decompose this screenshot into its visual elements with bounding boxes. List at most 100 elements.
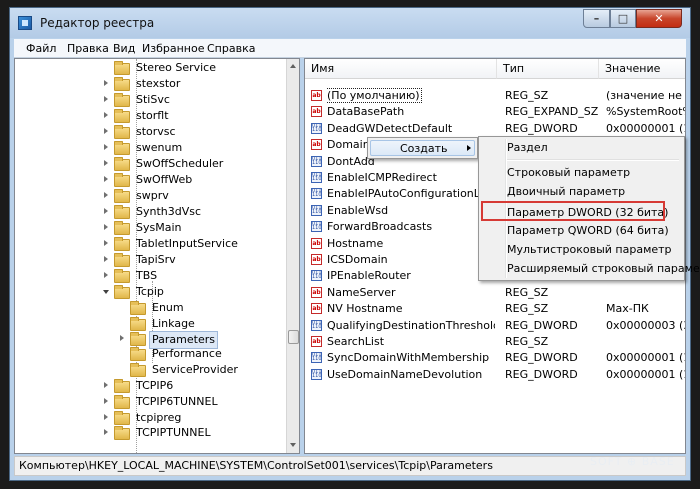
scroll-up-icon[interactable] [290, 64, 296, 68]
expand-arrow-icon[interactable] [104, 96, 108, 102]
title-bar[interactable]: Редактор реестра – □ ✕ [10, 8, 690, 38]
value-type: REG_DWORD [505, 351, 578, 365]
folder-icon [114, 253, 130, 267]
expand-arrow-icon[interactable] [104, 144, 108, 150]
tree-item-label: stexstor [136, 77, 181, 90]
expand-arrow-icon[interactable] [104, 80, 108, 86]
folder-icon [114, 205, 130, 219]
registry-tree-pane[interactable]: Stereo Service stexstor StiSvc storflt storv… [14, 58, 300, 454]
submenu-arrow-icon [467, 145, 471, 151]
scrollbar-thumb[interactable] [288, 330, 299, 344]
tree-item-label: StiSvc [136, 93, 170, 106]
value-data: %SystemRoot% [606, 105, 686, 119]
table-row[interactable]: ab (По умолчанию) REG_SZ (значение не п [305, 88, 685, 104]
expand-arrow-icon[interactable] [104, 176, 108, 182]
tree-item-label: swprv [136, 189, 169, 202]
string-value-icon: ab [311, 139, 322, 151]
folder-icon [114, 237, 130, 251]
expand-arrow-icon[interactable] [104, 192, 108, 198]
expand-arrow-icon[interactable] [104, 398, 108, 404]
table-row[interactable]: 011 110 UseDomainNameDevolution REG_DWORD 0x… [305, 367, 685, 383]
table-row[interactable]: ab SearchList REG_SZ [305, 334, 685, 350]
menu-edit[interactable]: Правка [67, 42, 109, 55]
value-type: REG_EXPAND_SZ [505, 105, 599, 119]
tree-item-label: SwOffScheduler [136, 157, 224, 170]
menu-favorites[interactable]: Избранное [142, 42, 204, 55]
expand-arrow-icon[interactable] [104, 128, 108, 134]
value-name: DataBasePath [327, 105, 405, 119]
tree-vertical-scrollbar[interactable] [286, 59, 299, 453]
binary-value-icon: 011 110 [311, 172, 322, 183]
expand-arrow-icon[interactable] [104, 240, 108, 246]
folder-icon [114, 189, 130, 203]
value-name: QualifyingDestinationThreshold [327, 318, 495, 332]
expand-arrow-icon[interactable] [104, 160, 108, 166]
table-row[interactable]: 011 110 QualifyingDestinationThreshold REG_… [305, 318, 685, 334]
value-name: SearchList [327, 335, 385, 348]
folder-icon [114, 93, 130, 107]
tree-item-label: Tcpip [136, 285, 164, 298]
folder-icon [114, 426, 130, 440]
tree-item-label: SysMain [136, 221, 182, 234]
value-data: (значение не п [606, 89, 686, 102]
string-value-icon: ab [311, 254, 322, 265]
string-value-icon: ab [311, 90, 322, 101]
tree-item-label: TCPIP6TUNNEL [136, 395, 218, 408]
menu-item-create[interactable]: Создать [370, 140, 475, 156]
expand-arrow-icon[interactable] [104, 272, 108, 278]
value-type: REG_DWORD [505, 318, 578, 332]
table-row[interactable]: 011 110 SyncDomainWithMembership REG_DWORD 0… [305, 350, 685, 366]
value-name: NameServer [327, 285, 396, 299]
maximize-button[interactable]: □ [610, 9, 636, 28]
close-button[interactable]: ✕ [636, 9, 682, 28]
submenu-item-binary-value[interactable]: Двоичный параметр [507, 185, 625, 198]
submenu-item-qword-value[interactable]: Параметр QWORD (64 бита) [507, 224, 669, 237]
expand-arrow-icon[interactable] [104, 429, 108, 435]
column-header-type[interactable]: Тип [497, 59, 599, 79]
value-data: 0x00000001 (1) [606, 351, 686, 365]
context-menu: Создать [367, 137, 478, 159]
minimize-button[interactable]: – [583, 9, 610, 28]
table-row[interactable]: 011 110 DeadGWDetectDefault REG_DWORD 0x0000… [305, 121, 685, 137]
submenu-item-key[interactable]: Раздел [507, 141, 548, 154]
menu-view[interactable]: Вид [113, 42, 135, 55]
expand-arrow-icon[interactable] [104, 414, 108, 420]
tree-item-label: storflt [136, 109, 169, 122]
value-name: DeadGWDetectDefault [327, 121, 453, 135]
submenu-item-multistring-value[interactable]: Мультистроковый параметр [507, 243, 672, 256]
table-row[interactable]: ab NameServer REG_SZ [305, 285, 685, 301]
column-header-value[interactable]: Значение [599, 59, 685, 79]
column-header-name[interactable]: Имя [305, 59, 497, 79]
value-name: EnableICMPRedirect [327, 171, 437, 184]
collapse-arrow-icon[interactable] [103, 290, 109, 294]
binary-value-icon: 011 110 [311, 204, 322, 216]
folder-icon [114, 109, 130, 123]
binary-value-icon: 011 110 [311, 270, 322, 282]
tree-item-label: storvsc [136, 125, 176, 138]
maximize-icon: □ [617, 12, 629, 25]
table-row[interactable]: ab DataBasePath REG_EXPAND_SZ %SystemRoot% [305, 104, 685, 120]
folder-icon [114, 269, 130, 283]
value-data: 0x00000001 (1) [606, 121, 686, 135]
menu-help[interactable]: Справка [207, 42, 255, 55]
binary-value-icon: 011 110 [311, 155, 322, 167]
submenu-item-expandable-string-value[interactable]: Расширяемый строковый параметр [507, 262, 700, 275]
folder-icon [114, 411, 130, 425]
folder-icon [130, 301, 146, 315]
expand-arrow-icon[interactable] [104, 208, 108, 214]
expand-arrow-icon[interactable] [104, 112, 108, 118]
value-data: Max-ПК [606, 302, 649, 316]
value-name: IPEnableRouter [327, 269, 411, 283]
submenu-item-string-value[interactable]: Строковый параметр [507, 166, 630, 179]
expand-arrow-icon[interactable] [104, 256, 108, 262]
scroll-down-icon[interactable] [290, 443, 296, 447]
expand-arrow-icon[interactable] [104, 382, 108, 388]
folder-icon [130, 332, 146, 346]
expand-arrow-icon[interactable] [120, 335, 124, 341]
menu-file[interactable]: Файл [26, 42, 56, 55]
expand-arrow-icon[interactable] [104, 224, 108, 230]
folder-icon [114, 157, 130, 171]
table-row[interactable]: ab NV Hostname REG_SZ Max-ПК [305, 301, 685, 317]
string-value-icon: ab [311, 237, 322, 249]
tree-item-label: TBS [136, 269, 158, 282]
